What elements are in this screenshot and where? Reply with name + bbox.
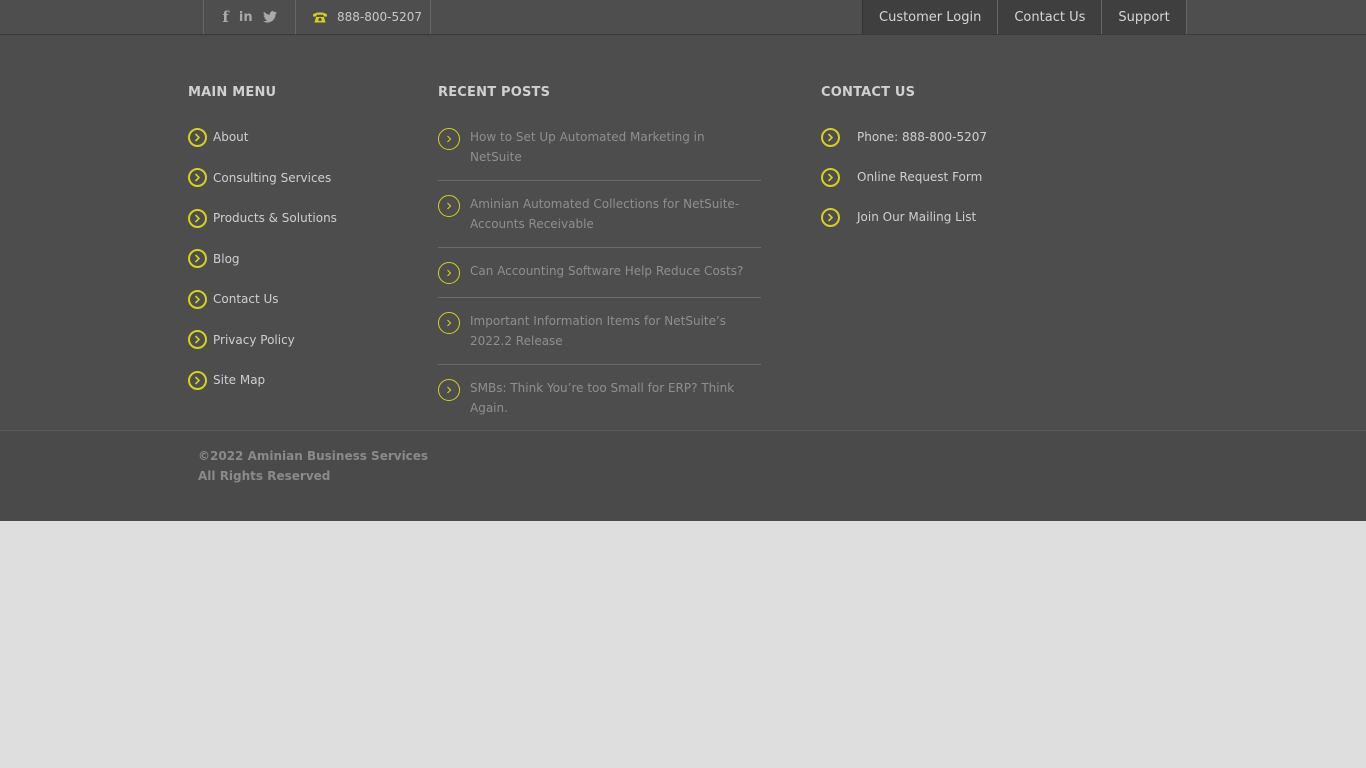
chevron-right-icon <box>438 312 460 334</box>
post-link[interactable]: Aminian Automated Collections for NetSui… <box>470 194 761 234</box>
menu-link[interactable]: Products & Solutions <box>213 211 337 225</box>
post-link[interactable]: Can Accounting Software Help Reduce Cost… <box>470 261 761 281</box>
menu-item-blog[interactable]: Blog <box>188 249 408 269</box>
twitter-icon <box>262 11 277 23</box>
menu-item-site-map[interactable]: Site Map <box>188 370 408 390</box>
top-nav: Customer Login Contact Us Support <box>862 0 1187 34</box>
copyright: ©2022 Aminian Business Services All Righ… <box>198 446 428 486</box>
contact-us-link[interactable]: Contact Us <box>998 0 1103 34</box>
main-menu-list: About Consulting Services Products & Sol… <box>188 127 408 390</box>
menu-item-consulting-services[interactable]: Consulting Services <box>188 168 408 188</box>
chevron-right-icon <box>188 168 207 187</box>
mailing-list-link[interactable]: Join Our Mailing List <box>857 210 976 224</box>
facebook-icon: f <box>222 7 229 26</box>
chevron-right-icon <box>188 249 207 268</box>
post-item[interactable]: Can Accounting Software Help Reduce Cost… <box>438 248 761 298</box>
post-item[interactable]: Important Information Items for NetSuite… <box>438 298 761 365</box>
menu-link[interactable]: About <box>213 130 248 144</box>
recent-posts-title: RECENT POSTS <box>438 85 551 100</box>
chevron-right-icon <box>821 127 840 147</box>
chevron-right-icon <box>821 167 840 187</box>
post-link[interactable]: How to Set Up Automated Marketing in Net… <box>470 127 761 167</box>
menu-item-contact-us[interactable]: Contact Us <box>188 289 408 309</box>
recent-posts-list: How to Set Up Automated Marketing in Net… <box>438 127 761 432</box>
top-phone: 888-800-5207 <box>296 0 431 34</box>
contact-item-request-form[interactable]: Online Request Form <box>821 167 1081 187</box>
chevron-right-icon <box>438 128 460 150</box>
chevron-right-icon <box>188 330 207 349</box>
chevron-right-icon <box>188 370 207 390</box>
support-link[interactable]: Support <box>1102 0 1187 34</box>
menu-item-about[interactable]: About <box>188 127 408 147</box>
linkedin-icon: in <box>238 10 253 25</box>
post-link[interactable]: Important Information Items for NetSuite… <box>470 311 761 351</box>
recent-posts-column: RECENT POSTS How to Set Up Automated Mar… <box>438 83 761 432</box>
top-bar: f in 888-800-5207 Customer Login Contact… <box>0 0 1366 35</box>
chevron-right-icon <box>438 262 460 284</box>
post-item[interactable]: How to Set Up Automated Marketing in Net… <box>438 127 761 181</box>
bottom-bar: ©2022 Aminian Business Services All Righ… <box>0 430 1366 521</box>
contact-list: Phone: 888-800-5207 Online Request Form … <box>821 127 1081 227</box>
menu-item-privacy-policy[interactable]: Privacy Policy <box>188 330 408 350</box>
chevron-right-icon <box>188 208 207 228</box>
customer-login-link[interactable]: Customer Login <box>863 0 999 34</box>
online-request-form-link[interactable]: Online Request Form <box>857 170 982 184</box>
post-link[interactable]: SMBs: Think You’re too Small for ERP? Th… <box>470 378 761 418</box>
linkedin-link[interactable]: in <box>239 10 253 24</box>
menu-link[interactable]: Consulting Services <box>213 171 331 185</box>
social-links: f in <box>203 0 296 34</box>
contact-us-column: CONTACT US Phone: 888-800-5207 Online Re… <box>821 83 1081 247</box>
menu-link[interactable]: Privacy Policy <box>213 333 295 347</box>
chevron-right-icon <box>438 195 460 217</box>
copyright-line: ©2022 Aminian Business Services <box>198 449 429 463</box>
facebook-link[interactable]: f <box>222 7 229 26</box>
chevron-right-icon <box>438 379 460 401</box>
chevron-right-icon <box>188 127 207 147</box>
chevron-right-icon <box>821 207 840 227</box>
contact-phone-link[interactable]: Phone: 888-800-5207 <box>857 130 987 144</box>
post-item[interactable]: Aminian Automated Collections for NetSui… <box>438 181 761 248</box>
twitter-link[interactable] <box>262 11 277 23</box>
menu-link[interactable]: Contact Us <box>213 292 279 306</box>
contact-us-title: CONTACT US <box>821 85 916 100</box>
chevron-right-icon <box>188 289 207 309</box>
contact-item-mailing-list[interactable]: Join Our Mailing List <box>821 207 1081 227</box>
menu-link[interactable]: Site Map <box>213 373 265 387</box>
top-phone-number: 888-800-5207 <box>337 10 423 24</box>
post-item[interactable]: SMBs: Think You’re too Small for ERP? Th… <box>438 365 761 432</box>
footer: MAIN MENU About Consulting Services Prod… <box>0 35 1366 432</box>
rights-reserved-line: All Rights Reserved <box>198 469 331 483</box>
menu-link[interactable]: Blog <box>213 252 240 266</box>
phone-icon <box>312 12 328 23</box>
main-menu-title: MAIN MENU <box>188 85 277 100</box>
menu-item-products-solutions[interactable]: Products & Solutions <box>188 208 408 228</box>
contact-item-phone[interactable]: Phone: 888-800-5207 <box>821 127 1081 147</box>
main-menu-column: MAIN MENU About Consulting Services Prod… <box>188 83 408 411</box>
